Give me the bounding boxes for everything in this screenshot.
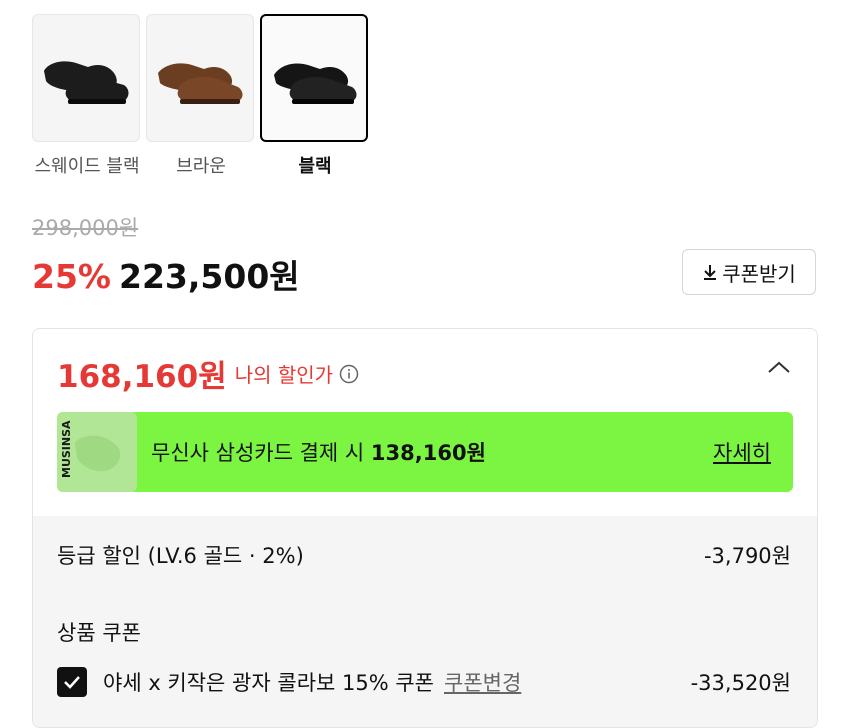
- promo-amount: 138,160원: [370, 441, 486, 465]
- sale-price: 223,500원: [119, 257, 300, 296]
- coupon-value: -33,520원: [690, 671, 791, 695]
- get-coupon-label: 쿠폰받기: [722, 261, 796, 286]
- variant-suede-black[interactable]: 스웨이드 블랙: [32, 14, 142, 178]
- get-coupon-button[interactable]: 쿠폰받기: [682, 249, 816, 295]
- promo-text: 무신사 삼성카드 결제 시 138,160원: [151, 437, 486, 467]
- shoe-image: [44, 61, 129, 104]
- discount-card: 168,160원 나의 할인가 MUSINSA 무신사 삼성카드 결제 시 13…: [32, 328, 818, 728]
- variant-label: 스웨이드 블랙: [34, 156, 140, 177]
- my-discount-price: 168,160원 나의 할인가: [57, 351, 359, 396]
- variant-label: 브라운: [176, 156, 226, 177]
- info-icon[interactable]: [339, 364, 359, 384]
- grade-discount-row: 등급 할인 (LV.6 골드 · 2%) -3,790원: [57, 540, 791, 570]
- download-icon: [702, 263, 718, 281]
- card-brand-text: MUSINSA: [60, 420, 73, 478]
- promo-detail-link[interactable]: 자세히: [713, 437, 771, 467]
- discount-rate: 25%: [32, 257, 111, 296]
- product-thumbnail: [146, 14, 254, 142]
- my-discount-amount: 168,160원: [57, 359, 227, 395]
- grade-discount-label: 등급 할인 (LV.6 골드 · 2%): [57, 544, 304, 568]
- chevron-up-icon[interactable]: [767, 359, 791, 378]
- product-thumbnail: [32, 14, 140, 142]
- check-icon: [64, 676, 80, 689]
- coupon-item-label: 야세 x 키작은 광자 콜라보 15% 쿠폰: [103, 671, 434, 695]
- product-thumbnail: [260, 14, 368, 142]
- product-coupon-row: 야세 x 키작은 광자 콜라보 15% 쿠폰 쿠폰변경 -33,520원: [57, 667, 791, 697]
- grade-discount-value: -3,790원: [703, 544, 791, 568]
- discount-card-header: 168,160원 나의 할인가 MUSINSA 무신사 삼성카드 결제 시 13…: [33, 329, 817, 516]
- shoe-image: [158, 63, 243, 104]
- variant-label: 블랙: [298, 156, 332, 177]
- musinsa-card-image: MUSINSA: [57, 412, 137, 492]
- discount-breakdown: 등급 할인 (LV.6 골드 · 2%) -3,790원 상품 쿠폰 야세 x …: [33, 516, 817, 727]
- my-discount-label: 나의 할인가: [234, 363, 334, 387]
- color-variant-list: 스웨이드 블랙 브라운 블랙: [32, 14, 374, 178]
- change-coupon-link[interactable]: 쿠폰변경: [444, 667, 521, 697]
- variant-black[interactable]: 블랙: [260, 14, 370, 178]
- coupon-checkbox[interactable]: [57, 667, 87, 697]
- shoe-image: [274, 63, 357, 104]
- variant-brown[interactable]: 브라운: [146, 14, 256, 178]
- original-price: 298,000원: [32, 216, 139, 240]
- samsung-card-promo-banner[interactable]: MUSINSA 무신사 삼성카드 결제 시 138,160원 자세히: [57, 412, 793, 492]
- sale-price-row: 25% 223,500원: [32, 250, 300, 298]
- product-coupon-title: 상품 쿠폰: [57, 621, 141, 645]
- promo-text-label: 무신사 삼성카드 결제 시: [151, 441, 365, 465]
